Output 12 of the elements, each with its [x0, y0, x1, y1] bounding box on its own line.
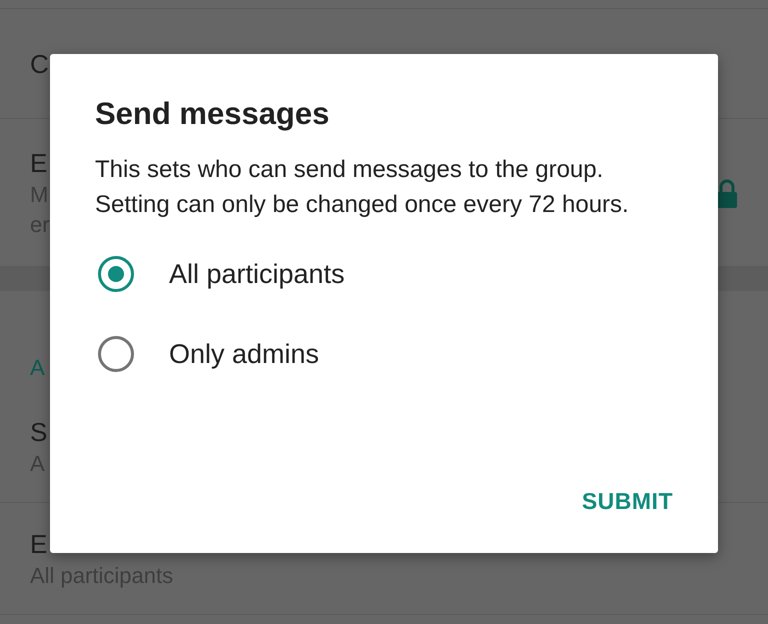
- radio-icon[interactable]: [98, 336, 134, 372]
- setting-title: S: [30, 416, 48, 448]
- setting-title: E: [30, 528, 48, 560]
- setting-title: C: [30, 48, 49, 80]
- setting-title: E: [30, 146, 48, 180]
- dialog-title: Send messages: [95, 95, 330, 133]
- dialog-message: This sets who can send messages to the group. Setting can only be changed once every 72 hours.: [95, 155, 630, 220]
- radio-icon[interactable]: [98, 256, 134, 292]
- submit-button[interactable]: SUBMIT: [582, 480, 673, 523]
- radio-option[interactable]: All participants: [98, 234, 673, 314]
- section-header: A: [30, 354, 45, 382]
- radio-option[interactable]: Only admins: [98, 314, 673, 394]
